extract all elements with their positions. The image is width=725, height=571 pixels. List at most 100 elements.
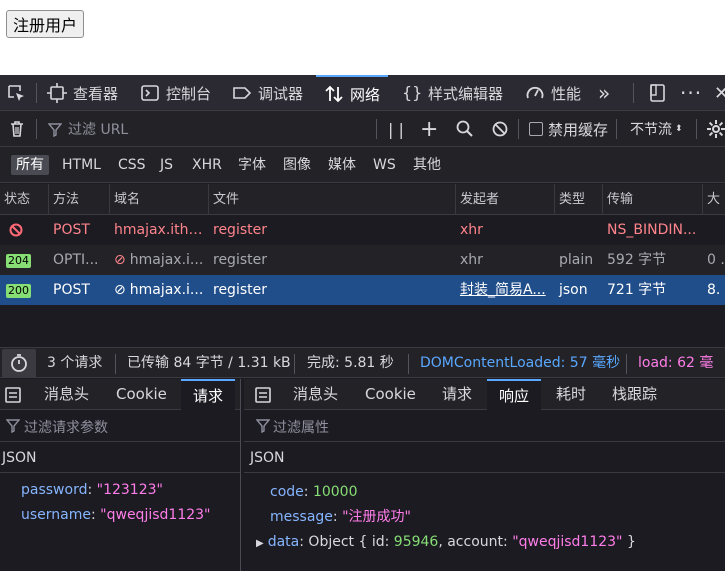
type-filter-image[interactable]: 图像 — [278, 155, 316, 175]
more-options-icon[interactable]: ··· — [680, 75, 702, 111]
sidebar-toggle-icon[interactable] — [4, 379, 22, 410]
tab-timings[interactable]: 耗时 — [556, 379, 586, 410]
type-filter-other[interactable]: 其他 — [408, 155, 446, 175]
sidebar-toggle-icon[interactable] — [254, 379, 272, 410]
pause-icon[interactable]: | | — [388, 111, 404, 147]
response-value: "注册成功" — [342, 509, 411, 525]
type-filter-js[interactable]: JS — [155, 155, 178, 175]
row-domain-text: hmajax.i... — [129, 282, 204, 298]
tab-label: 网络 — [350, 85, 381, 104]
tab-console[interactable]: 控制台 — [140, 75, 211, 111]
row-type — [555, 215, 603, 245]
register-user-button[interactable]: 注册用户 — [6, 10, 85, 38]
column-initiator[interactable]: 发起者 — [456, 184, 555, 215]
devtools-panel: 查看器 控制台 调试器 网络 {} 样式编辑器 性能 » ··· ✕ 过滤 UR… — [0, 75, 725, 571]
inspector-icon — [47, 83, 67, 103]
load-time: load: 62 毫秒 — [638, 355, 714, 402]
json-section-header[interactable]: JSON — [0, 443, 240, 473]
data-suffix: } — [626, 534, 636, 550]
funnel-icon — [255, 418, 271, 437]
type-filter-html[interactable]: HTML — [57, 155, 106, 175]
tab-headers[interactable]: 消息头 — [293, 379, 338, 410]
type-filter-ws[interactable]: WS — [368, 155, 401, 175]
column-type[interactable]: 类型 — [555, 184, 603, 215]
row-file: register — [213, 282, 267, 298]
close-icon[interactable]: ✕ — [714, 75, 725, 111]
response-message: message: "注册成功" — [270, 509, 411, 525]
request-details-panel: 消息头 Cookie 请求 过滤请求参数 JSON password: "123… — [0, 379, 241, 571]
row-type: json — [559, 282, 588, 298]
style-editor-icon: {} — [402, 83, 423, 102]
table-row[interactable]: 204 OPTI... ⊘ hmajax.i... register xhr pl… — [0, 245, 725, 275]
response-code: code: 10000 — [270, 484, 358, 500]
tab-label: 查看器 — [73, 84, 119, 103]
tab-label: 性能 — [551, 84, 582, 103]
json-section-header[interactable]: JSON — [244, 443, 725, 473]
disable-cache-checkbox[interactable]: 禁用缓存 — [529, 111, 608, 147]
funnel-icon — [47, 119, 63, 139]
tab-cookies[interactable]: Cookie — [365, 379, 416, 410]
response-key: code — [270, 484, 304, 500]
chevron-updown-icon: ⬍ — [675, 124, 683, 134]
response-details-panel: 消息头 Cookie 请求 响应 耗时 栈跟踪 过滤属性 JSON code: … — [244, 379, 725, 571]
type-filter-all[interactable]: 所有 — [11, 155, 49, 175]
response-data[interactable]: ▶ data: Object { id: 95946, account: "qwe… — [256, 531, 636, 553]
clear-requests-icon[interactable] — [7, 111, 27, 147]
expand-arrow-icon[interactable]: ▶ — [256, 538, 264, 549]
row-status: 204 — [2, 245, 42, 275]
table-row[interactable]: 200 POST ⊘ hmajax.i... register 封装_简易A...… — [0, 275, 725, 305]
performance-analysis-icon[interactable] — [2, 349, 36, 378]
tab-cookies[interactable]: Cookie — [116, 379, 167, 410]
more-tabs-icon[interactable]: » — [598, 75, 610, 111]
tab-request[interactable]: 请求 — [181, 379, 236, 410]
param-value: "123123" — [96, 482, 163, 498]
tab-inspector[interactable]: 查看器 — [47, 75, 118, 111]
network-summary-bar: 3 个请求 已传输 84 字节 / 1.31 kB 完成: 5.81 秒 DOM… — [0, 347, 725, 402]
request-panel-tabs: 消息头 Cookie 请求 — [0, 379, 240, 410]
tab-style-editor[interactable]: {} 样式编辑器 — [402, 75, 503, 111]
row-transfer: NS_BINDIN... — [607, 222, 697, 238]
column-method[interactable]: 方法 — [49, 184, 110, 215]
response-panel-tabs: 消息头 Cookie 请求 响应 耗时 栈跟踪 — [244, 379, 725, 410]
request-table-header: 状态 方法 域名 文件 发起者 类型 传输 大 — [0, 184, 725, 215]
tab-response[interactable]: 响应 — [487, 379, 542, 410]
filter-params-input[interactable]: 过滤请求参数 — [0, 410, 240, 442]
add-icon[interactable]: + — [420, 111, 438, 147]
table-row[interactable]: POST hmajax.ithe... register xhr NS_BIND… — [0, 215, 725, 245]
column-status[interactable]: 状态 — [0, 184, 49, 215]
type-filter-font[interactable]: 字体 — [233, 155, 271, 175]
column-file[interactable]: 文件 — [209, 184, 456, 215]
responsive-design-icon[interactable] — [648, 75, 668, 111]
search-icon[interactable] — [455, 111, 475, 147]
tab-headers[interactable]: 消息头 — [44, 379, 89, 410]
finish-time: 完成: 5.81 秒 — [307, 355, 394, 371]
param-key: password — [21, 482, 88, 498]
filter-properties-input[interactable]: 过滤属性 — [244, 410, 725, 442]
tab-performance[interactable]: 性能 — [525, 75, 581, 111]
block-icon[interactable] — [490, 111, 510, 147]
element-picker-icon[interactable] — [6, 75, 26, 111]
type-filter-media[interactable]: 媒体 — [323, 155, 361, 175]
tab-stack-trace[interactable]: 栈跟踪 — [612, 379, 657, 410]
type-filter-css[interactable]: CSS — [113, 155, 151, 175]
row-size: 0 . — [707, 252, 725, 268]
type-filter-xhr[interactable]: XHR — [187, 155, 227, 175]
column-transferred[interactable]: 传输 — [603, 184, 703, 215]
request-type-filter: 所有 HTML CSS JS XHR 字体 图像 媒体 WS 其他 — [0, 147, 725, 183]
row-initiator[interactable]: 封装_简易A... — [456, 275, 555, 305]
throttle-select[interactable]: 不节流 ⬍ — [630, 111, 683, 147]
row-method: OPTI... — [53, 252, 99, 268]
tab-request[interactable]: 请求 — [442, 379, 472, 410]
tab-network[interactable]: 网络 — [316, 75, 389, 111]
filter-url-input[interactable]: 过滤 URL — [47, 111, 128, 147]
column-size[interactable]: 大 — [703, 184, 725, 215]
column-domain[interactable]: 域名 — [110, 184, 209, 215]
debugger-icon — [232, 83, 252, 103]
row-file: register — [213, 222, 267, 238]
tab-debugger[interactable]: 调试器 — [232, 75, 303, 111]
blocked-icon — [4, 215, 44, 245]
row-method: POST — [53, 222, 90, 238]
param-value: "qweqjisd1123" — [100, 507, 211, 523]
gear-icon[interactable] — [706, 111, 725, 147]
row-initiator: xhr — [460, 252, 483, 268]
